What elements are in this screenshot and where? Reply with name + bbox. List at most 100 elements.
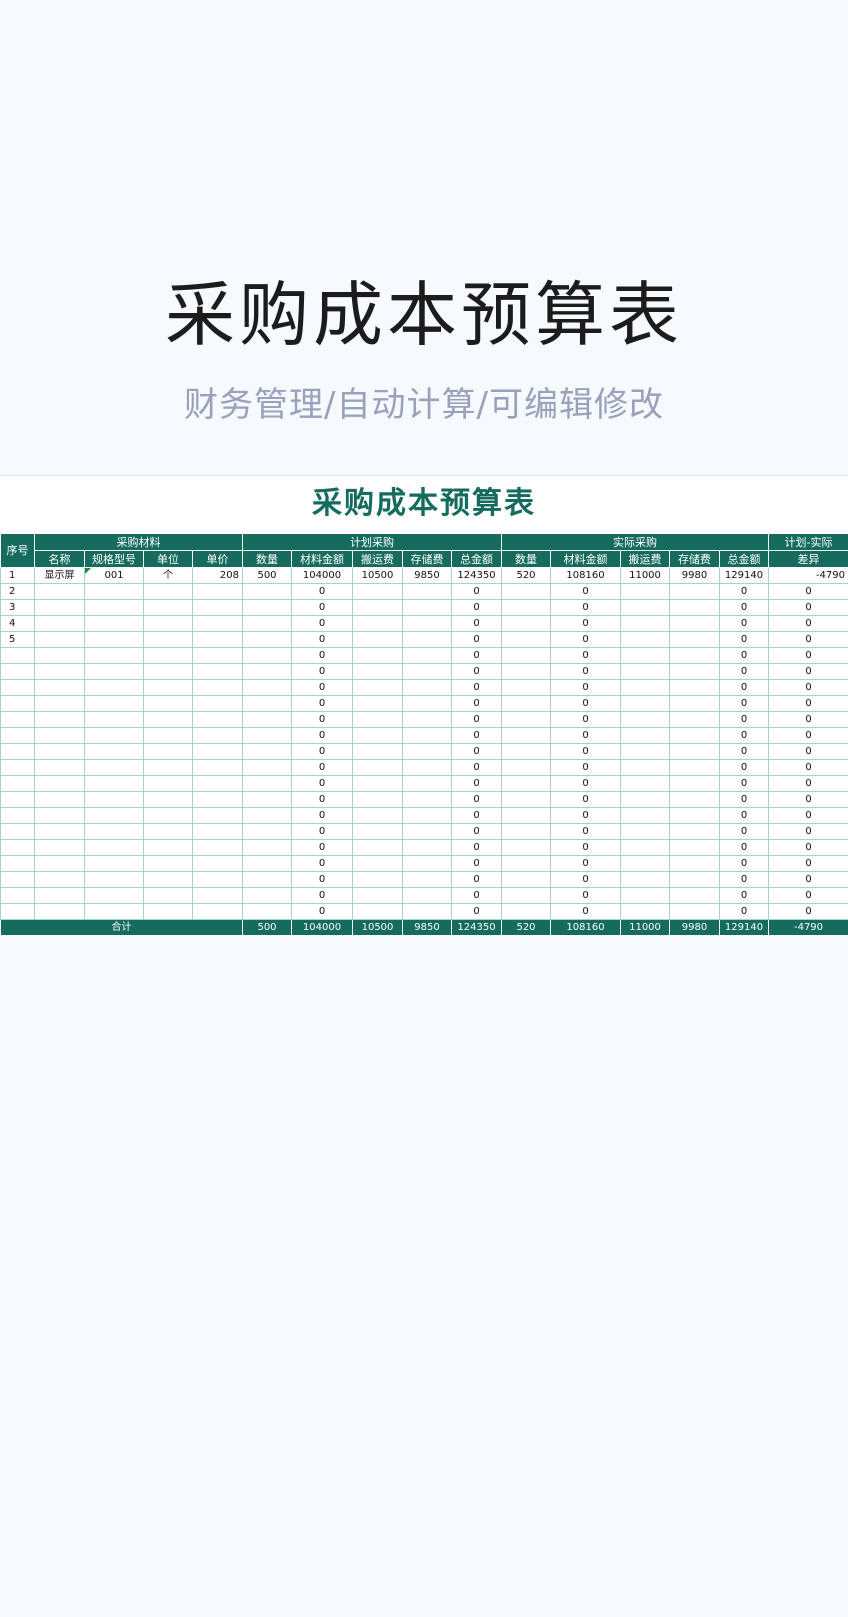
table-cell[interactable]: [34, 807, 85, 824]
table-cell[interactable]: 0: [550, 791, 621, 808]
table-cell[interactable]: [620, 791, 670, 808]
table-cell[interactable]: [501, 599, 551, 616]
table-cell[interactable]: [84, 599, 144, 616]
table-cell[interactable]: [192, 887, 243, 904]
table-cell[interactable]: 0: [768, 839, 848, 856]
table-cell[interactable]: 0: [451, 887, 502, 904]
table-cell[interactable]: [501, 839, 551, 856]
table-cell[interactable]: [84, 711, 144, 728]
table-cell[interactable]: [0, 727, 35, 744]
table-cell[interactable]: [143, 791, 193, 808]
table-cell[interactable]: [402, 759, 452, 776]
table-cell[interactable]: 0: [291, 791, 353, 808]
table-cell[interactable]: 500: [242, 567, 292, 584]
table-cell[interactable]: [402, 727, 452, 744]
table-cell[interactable]: [192, 903, 243, 920]
table-cell[interactable]: [0, 807, 35, 824]
table-cell[interactable]: 0: [291, 679, 353, 696]
table-cell[interactable]: 0: [550, 903, 621, 920]
table-cell[interactable]: [352, 599, 403, 616]
table-cell[interactable]: [669, 871, 720, 888]
table-cell[interactable]: [143, 839, 193, 856]
table-cell[interactable]: [669, 727, 720, 744]
table-cell[interactable]: 0: [291, 807, 353, 824]
table-cell[interactable]: [352, 855, 403, 872]
table-cell[interactable]: [192, 855, 243, 872]
table-cell[interactable]: 0: [550, 599, 621, 616]
table-cell[interactable]: [242, 663, 292, 680]
table-cell[interactable]: 0: [291, 887, 353, 904]
table-cell[interactable]: 0: [451, 855, 502, 872]
table-cell[interactable]: [192, 727, 243, 744]
table-cell[interactable]: [192, 647, 243, 664]
table-cell[interactable]: [34, 647, 85, 664]
table-cell[interactable]: 0: [291, 871, 353, 888]
table-cell[interactable]: [84, 663, 144, 680]
table-cell[interactable]: 0: [768, 663, 848, 680]
table-cell[interactable]: 0: [719, 887, 769, 904]
table-cell[interactable]: 0: [291, 647, 353, 664]
table-cell[interactable]: 0: [768, 775, 848, 792]
table-cell[interactable]: [34, 727, 85, 744]
table-cell[interactable]: [242, 679, 292, 696]
table-cell[interactable]: [242, 727, 292, 744]
table-cell[interactable]: [143, 823, 193, 840]
table-cell[interactable]: [620, 871, 670, 888]
table-cell[interactable]: [84, 775, 144, 792]
table-cell[interactable]: [192, 807, 243, 824]
table-cell[interactable]: [501, 743, 551, 760]
table-cell[interactable]: [501, 791, 551, 808]
table-cell[interactable]: 0: [451, 599, 502, 616]
table-cell[interactable]: [242, 647, 292, 664]
table-cell[interactable]: [620, 839, 670, 856]
table-cell[interactable]: 0: [550, 807, 621, 824]
table-cell[interactable]: 0: [719, 871, 769, 888]
table-cell[interactable]: 0: [291, 583, 353, 600]
table-cell[interactable]: [669, 855, 720, 872]
table-cell[interactable]: [669, 615, 720, 632]
table-cell[interactable]: [84, 807, 144, 824]
table-cell[interactable]: 0: [550, 759, 621, 776]
table-cell[interactable]: [402, 887, 452, 904]
table-cell[interactable]: [143, 647, 193, 664]
table-cell[interactable]: 0: [451, 743, 502, 760]
table-cell[interactable]: 0: [768, 823, 848, 840]
table-cell[interactable]: 0: [550, 711, 621, 728]
table-cell[interactable]: 0: [768, 727, 848, 744]
table-cell[interactable]: [620, 823, 670, 840]
table-cell[interactable]: 0: [768, 743, 848, 760]
table-cell[interactable]: [402, 791, 452, 808]
table-cell[interactable]: [620, 759, 670, 776]
table-cell[interactable]: [34, 839, 85, 856]
table-cell[interactable]: [402, 647, 452, 664]
table-cell[interactable]: 0: [768, 695, 848, 712]
table-cell[interactable]: [0, 823, 35, 840]
table-cell[interactable]: [669, 695, 720, 712]
table-cell[interactable]: 0: [451, 807, 502, 824]
table-cell[interactable]: 0: [550, 583, 621, 600]
table-cell[interactable]: [192, 695, 243, 712]
table-cell[interactable]: [192, 711, 243, 728]
table-cell[interactable]: 0: [451, 583, 502, 600]
table-cell[interactable]: 0: [550, 679, 621, 696]
table-cell[interactable]: 11000: [620, 567, 670, 584]
table-cell[interactable]: [0, 903, 35, 920]
table-cell[interactable]: [84, 647, 144, 664]
table-cell[interactable]: 0: [719, 823, 769, 840]
table-cell[interactable]: [620, 887, 670, 904]
table-cell[interactable]: [352, 791, 403, 808]
table-cell[interactable]: [192, 615, 243, 632]
table-cell[interactable]: [242, 887, 292, 904]
table-cell[interactable]: [352, 871, 403, 888]
table-cell[interactable]: 0: [550, 631, 621, 648]
table-cell[interactable]: 0: [719, 759, 769, 776]
table-cell[interactable]: 129140: [719, 567, 769, 584]
table-cell[interactable]: [143, 631, 193, 648]
table-cell[interactable]: 0: [451, 903, 502, 920]
table-cell[interactable]: [620, 663, 670, 680]
table-cell[interactable]: 0: [451, 823, 502, 840]
table-cell[interactable]: [34, 615, 85, 632]
table-cell[interactable]: [669, 791, 720, 808]
table-cell[interactable]: [501, 583, 551, 600]
table-cell[interactable]: [352, 727, 403, 744]
